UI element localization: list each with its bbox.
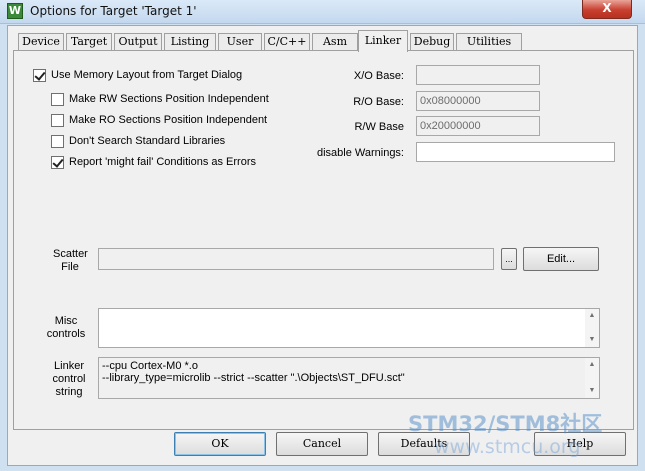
checkbox-checked-icon bbox=[33, 68, 46, 82]
misc-controls-textarea[interactable]: ▲ ▼ bbox=[98, 308, 600, 348]
checkbox-unchecked-icon bbox=[51, 134, 64, 148]
rw-base-field[interactable]: 0x20000000 bbox=[416, 116, 540, 136]
xo-base-label: X/O Base: bbox=[353, 70, 404, 82]
misc-controls-label: Misc controls bbox=[42, 315, 90, 341]
scatter-label-line1: Scatter bbox=[53, 248, 88, 260]
scatter-file-label: Scatter File bbox=[53, 248, 88, 274]
ok-button[interactable]: OK bbox=[174, 432, 266, 456]
checkbox-checked-icon bbox=[51, 155, 64, 169]
disable-warnings-input[interactable] bbox=[416, 142, 615, 162]
tab-device[interactable]: Device bbox=[18, 33, 64, 51]
window-title: Options for Target 'Target 1' bbox=[30, 4, 197, 18]
disable-warnings-label: disable Warnings: bbox=[316, 147, 404, 159]
rw-position-independent-label: Make RW Sections Position Independent bbox=[69, 93, 269, 105]
linker-control-scrollbar[interactable]: ▲ ▼ bbox=[585, 358, 599, 398]
misc-label-line1: Misc bbox=[54, 315, 78, 327]
scroll-up-icon[interactable]: ▲ bbox=[585, 359, 599, 371]
misc-label-line2: controls bbox=[46, 328, 86, 340]
tab-target[interactable]: Target bbox=[66, 33, 112, 51]
might-fail-errors-checkbox[interactable]: Report 'might fail' Conditions as Errors bbox=[51, 154, 256, 170]
scatter-label-line2: File bbox=[61, 261, 79, 273]
tab-user[interactable]: User bbox=[218, 33, 262, 51]
scatter-browse-button[interactable]: ... bbox=[501, 248, 517, 270]
tab-listing[interactable]: Listing bbox=[164, 33, 216, 51]
ro-base-field[interactable]: 0x08000000 bbox=[416, 91, 540, 111]
checkbox-unchecked-icon bbox=[51, 113, 64, 127]
xo-base-field[interactable] bbox=[416, 65, 540, 85]
watermark-logo: STM32/STM8社区 bbox=[408, 412, 603, 436]
linker-control-line1: --cpu Cortex-M0 *.o bbox=[102, 360, 198, 372]
scatter-edit-button[interactable]: Edit... bbox=[523, 247, 599, 271]
dont-search-libraries-checkbox[interactable]: Don't Search Standard Libraries bbox=[51, 133, 225, 149]
dialog-client: Device Target Output Listing User C/C++ … bbox=[7, 25, 638, 466]
tab-output[interactable]: Output bbox=[114, 33, 162, 51]
scatter-file-field[interactable] bbox=[98, 248, 494, 270]
tab-asm[interactable]: Asm bbox=[312, 33, 358, 51]
title-bar[interactable]: W Options for Target 'Target 1' X bbox=[0, 0, 645, 24]
rw-position-independent-checkbox[interactable]: Make RW Sections Position Independent bbox=[51, 91, 269, 107]
ro-base-value: 0x08000000 bbox=[420, 95, 481, 107]
linker-label-line3: string bbox=[55, 386, 83, 398]
might-fail-errors-label: Report 'might fail' Conditions as Errors bbox=[69, 156, 256, 168]
scroll-up-icon[interactable]: ▲ bbox=[585, 310, 599, 322]
ro-position-independent-checkbox[interactable]: Make RO Sections Position Independent bbox=[51, 112, 267, 128]
ro-position-independent-label: Make RO Sections Position Independent bbox=[69, 114, 268, 126]
dont-search-libraries-label: Don't Search Standard Libraries bbox=[69, 135, 226, 147]
use-memory-layout-checkbox[interactable]: Use Memory Layout from Target Dialog bbox=[33, 67, 242, 83]
scroll-down-icon[interactable]: ▼ bbox=[585, 385, 599, 397]
tab-utilities[interactable]: Utilities bbox=[456, 33, 522, 51]
ro-base-label: R/O Base: bbox=[353, 96, 404, 108]
use-memory-layout-label: Use Memory Layout from Target Dialog bbox=[51, 69, 243, 81]
rw-base-label: R/W Base bbox=[354, 121, 404, 133]
tab-linker[interactable]: Linker bbox=[358, 30, 408, 52]
tab-c-cpp[interactable]: C/C++ bbox=[264, 33, 310, 51]
linker-control-line2: --library_type=microlib --strict --scatt… bbox=[102, 372, 405, 384]
rw-base-value: 0x20000000 bbox=[420, 120, 481, 132]
watermark-url: www.stmcu.org bbox=[434, 436, 581, 458]
linker-label-line1: Linker bbox=[54, 360, 84, 372]
linker-control-string[interactable]: --cpu Cortex-M0 *.o --library_type=micro… bbox=[98, 357, 600, 399]
keil-app-icon: W bbox=[7, 3, 23, 19]
close-button[interactable]: X bbox=[582, 0, 632, 19]
linker-label-line2: control bbox=[52, 373, 86, 385]
cancel-button[interactable]: Cancel bbox=[276, 432, 368, 456]
misc-scrollbar[interactable]: ▲ ▼ bbox=[585, 309, 599, 347]
tab-debug[interactable]: Debug bbox=[410, 33, 454, 51]
linker-page: Use Memory Layout from Target Dialog Mak… bbox=[13, 50, 634, 430]
linker-control-label: Linker control string bbox=[42, 360, 96, 399]
scroll-down-icon[interactable]: ▼ bbox=[585, 334, 599, 346]
checkbox-unchecked-icon bbox=[51, 92, 64, 106]
